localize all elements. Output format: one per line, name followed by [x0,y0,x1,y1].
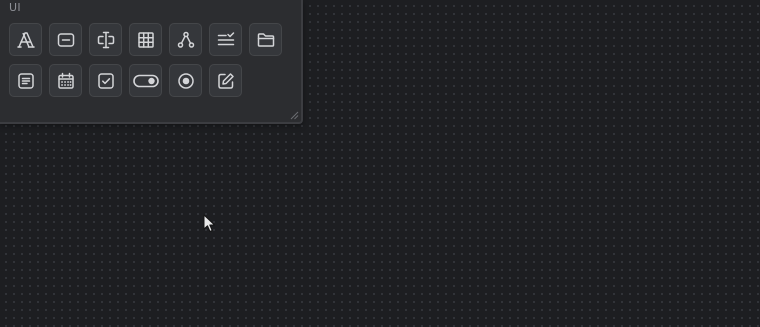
text-tool-button[interactable] [9,23,42,56]
input-field-icon [57,32,74,47]
edit-icon [217,72,234,89]
label-cursor-icon [97,31,114,48]
letter-a-icon [16,31,35,48]
radio-tool-button[interactable] [169,64,202,97]
tree-tool-button[interactable] [169,23,202,56]
folder-icon [257,32,274,47]
hierarchy-icon [177,31,194,48]
edit-tool-button[interactable] [209,64,242,97]
folder-tool-button[interactable] [249,23,282,56]
radio-icon [177,72,194,89]
calendar-icon [57,72,74,89]
toggle-tool-button[interactable] [129,64,162,97]
list-check-icon [217,31,234,45]
checkbox-icon [97,72,114,89]
tool-grid [9,23,282,97]
panel-title: UI [9,1,21,14]
input-tool-button[interactable] [49,23,82,56]
mouse-cursor-icon [203,214,215,232]
toggle-icon [132,74,159,87]
resize-handle[interactable] [290,111,299,120]
date-tool-button[interactable] [49,64,82,97]
checkbox-tool-button[interactable] [89,64,122,97]
table-icon [137,31,154,48]
table-tool-button[interactable] [129,23,162,56]
textarea-tool-button[interactable] [9,64,42,97]
list-tool-button[interactable] [209,23,242,56]
text-lines-icon [17,72,34,89]
ui-components-panel: UI [0,0,303,124]
label-tool-button[interactable] [89,23,122,56]
